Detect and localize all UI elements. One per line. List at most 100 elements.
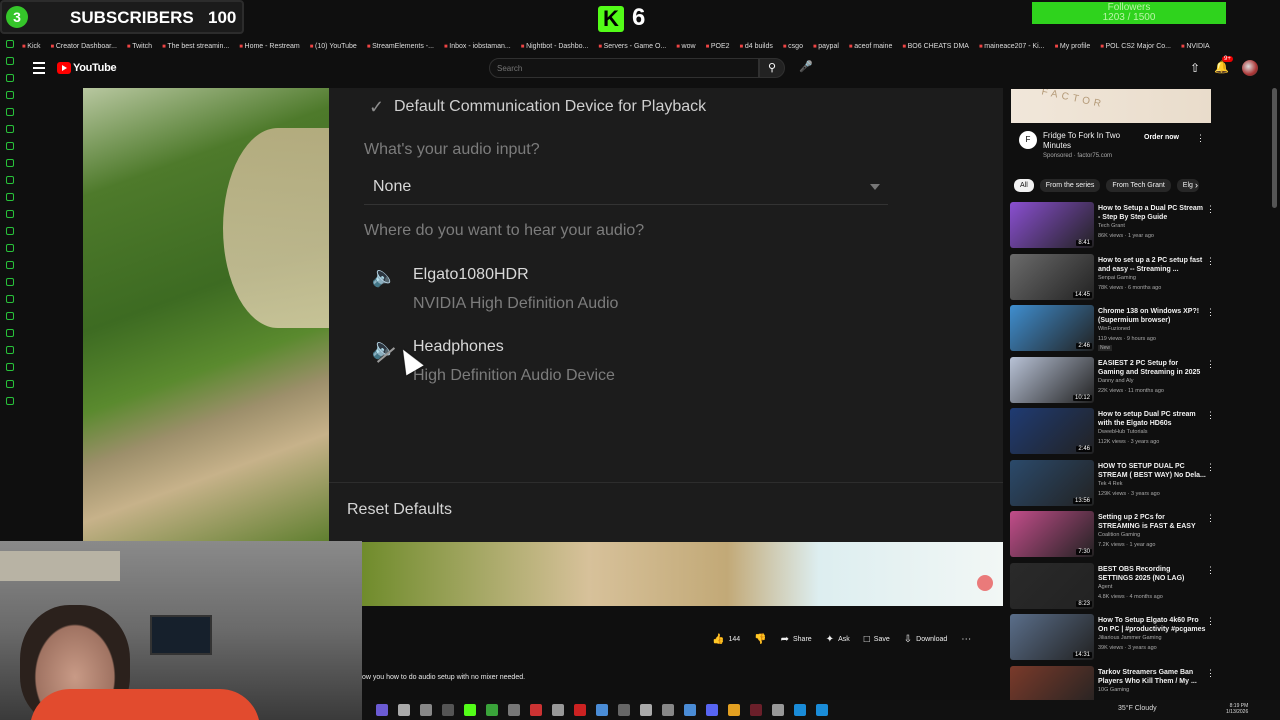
bookmark-item[interactable]: StreamElements -... <box>367 43 434 50</box>
more-actions-button[interactable]: ⋯ <box>961 634 971 645</box>
video-title[interactable]: How to Setup a Dual PC Stream - Step By … <box>1098 204 1206 222</box>
bookmark-item[interactable]: The best streamin... <box>162 43 229 50</box>
bookmark-item[interactable]: Inbox - iobstaman... <box>444 43 510 50</box>
kebab-menu-icon[interactable]: ⋮ <box>1206 668 1215 679</box>
taskbar-app-icon[interactable] <box>420 704 432 716</box>
taskbar-app-icon[interactable] <box>596 704 608 716</box>
list-item[interactable]: 8:41 How to Setup a Dual PC Stream - Step… <box>1010 202 1216 254</box>
video-title[interactable]: BEST OBS Recording SETTINGS 2025 (NO LAG… <box>1098 565 1206 583</box>
taskbar-app-icon[interactable] <box>552 704 564 716</box>
taskbar-app-icon[interactable] <box>376 704 388 716</box>
channel-name[interactable]: Senpai Gaming <box>1098 275 1136 281</box>
video-title[interactable]: How to set up a 2 PC setup fast and easy… <box>1098 256 1206 274</box>
search-icon[interactable]: ⚲ <box>759 58 785 78</box>
output-device-elgato[interactable]: 🔈 Elgato1080HDR NVIDIA High Definition A… <box>367 260 727 316</box>
kebab-menu-icon[interactable]: ⋮ <box>1206 410 1215 421</box>
bookmark-item[interactable]: aceof maine <box>849 43 892 50</box>
chip-all[interactable]: All <box>1014 179 1034 192</box>
default-device-label[interactable]: Default Communication Device for Playbac… <box>394 98 706 116</box>
side-icon[interactable] <box>6 125 14 133</box>
bookmark-item[interactable]: BO6 CHEATS DMA <box>902 43 969 50</box>
video-title[interactable]: Tarkov Streamers Game Ban Players Who Ki… <box>1098 668 1206 686</box>
taskbar-app-icon[interactable] <box>772 704 784 716</box>
channel-name[interactable]: Coalition Gaming <box>1098 532 1140 538</box>
side-icon[interactable] <box>6 108 14 116</box>
list-item[interactable]: 7:30 Setting up 2 PCs for STREAMING is FA… <box>1010 511 1216 563</box>
taskbar-app-icon[interactable] <box>464 704 476 716</box>
side-icon[interactable] <box>6 193 14 201</box>
youtube-logo-text[interactable]: YouTube <box>73 62 117 74</box>
video-title[interactable]: EASIEST 2 PC Setup for Gaming and Stream… <box>1098 359 1206 377</box>
side-icon[interactable] <box>6 227 14 235</box>
video-description[interactable]: ow you how to do audio setup with no mix… <box>362 674 525 681</box>
download-button[interactable]: ⇩ Download <box>904 634 948 645</box>
taskbar-app-icon[interactable] <box>442 704 454 716</box>
taskbar-app-icon[interactable] <box>574 704 586 716</box>
side-icon[interactable] <box>6 142 14 150</box>
channel-name[interactable]: Agent <box>1098 584 1112 590</box>
side-icon[interactable] <box>6 74 14 82</box>
side-icon[interactable] <box>6 91 14 99</box>
taskbar-app-icon[interactable] <box>398 704 410 716</box>
bookmark-item[interactable]: My profile <box>1055 43 1090 50</box>
taskbar-app-icon[interactable] <box>486 704 498 716</box>
bookmark-item[interactable]: d4 builds <box>740 43 773 50</box>
side-icon[interactable] <box>6 329 14 337</box>
audio-input-select[interactable] <box>364 171 888 205</box>
channel-name[interactable]: Jiliarious Jammer Gaming <box>1098 635 1162 641</box>
video-thumbnail[interactable]: 8:23 <box>1010 562 1094 609</box>
dislike-button[interactable]: 👎 <box>754 634 766 645</box>
youtube-logo-icon[interactable] <box>57 62 71 74</box>
list-item[interactable]: 2:46 How to setup Dual PC stream with the… <box>1010 408 1216 460</box>
ad-title[interactable]: Fridge To Fork In Two Minutes <box>1043 131 1143 151</box>
taskbar-app-icon[interactable] <box>816 704 828 716</box>
kebab-menu-icon[interactable]: ⋮ <box>1206 565 1215 576</box>
side-icon[interactable] <box>6 278 14 286</box>
search-input[interactable] <box>497 61 747 75</box>
video-title[interactable]: HOW TO SETUP DUAL PC STREAM ( BEST WAY) … <box>1098 462 1206 480</box>
ask-button[interactable]: ✦ Ask <box>826 634 850 645</box>
side-icon[interactable] <box>6 244 14 252</box>
channel-name[interactable]: Tech Grant <box>1098 223 1125 229</box>
taskbar-app-icon[interactable] <box>794 704 806 716</box>
side-icon[interactable] <box>6 40 14 48</box>
bookmark-item[interactable]: POL CS2 Major Co... <box>1100 43 1172 50</box>
like-button[interactable]: 👍 144 <box>712 634 740 645</box>
side-icon[interactable] <box>6 261 14 269</box>
side-icon[interactable] <box>6 57 14 65</box>
kebab-menu-icon[interactable]: ⋮ <box>1206 256 1215 267</box>
reset-defaults-button[interactable]: Reset Defaults <box>347 501 452 519</box>
video-title[interactable]: How to setup Dual PC stream with the Elg… <box>1098 410 1206 428</box>
channel-watermark-icon[interactable] <box>977 575 993 591</box>
save-button[interactable]: □ Save <box>864 634 890 645</box>
page-scrollbar[interactable] <box>1272 88 1277 208</box>
side-icon[interactable] <box>6 159 14 167</box>
list-item[interactable]: 14:31 How To Setup Elgato 4k60 Pro On PC … <box>1010 614 1216 666</box>
bookmark-item[interactable]: Nightbot - Dashbo... <box>521 43 588 50</box>
taskbar-app-icon[interactable] <box>662 704 674 716</box>
video-thumbnail[interactable]: 8:41 <box>1010 202 1094 248</box>
video-thumbnail[interactable]: 13:56 <box>1010 459 1094 506</box>
side-icon[interactable] <box>6 346 14 354</box>
chip-from-channel[interactable]: From Tech Grant <box>1106 179 1171 192</box>
chevron-right-icon[interactable]: › <box>1195 180 1198 190</box>
kebab-menu-icon[interactable]: ⋮ <box>1206 204 1215 215</box>
video-thumbnail[interactable]: 14:31 <box>1010 614 1094 660</box>
channel-name[interactable]: Tek 4 Rek <box>1098 481 1122 487</box>
bookmark-item[interactable]: (10) YouTube <box>310 43 357 50</box>
kebab-menu-icon[interactable]: ⋮ <box>1206 359 1215 370</box>
video-title[interactable]: How To Setup Elgato 4k60 Pro On PC | #pr… <box>1098 616 1206 634</box>
kebab-menu-icon[interactable]: ⋮ <box>1196 133 1205 144</box>
bookmark-item[interactable]: NVIDIA <box>1181 43 1209 50</box>
bookmark-item[interactable]: maineace207 - Ki... <box>979 43 1044 50</box>
video-title[interactable]: Setting up 2 PCs for STREAMING is FAST &… <box>1098 513 1206 531</box>
video-thumbnail[interactable]: 7:30 <box>1010 511 1094 557</box>
video-thumbnail[interactable]: 2:46 <box>1010 408 1094 454</box>
taskbar-app-icon[interactable] <box>684 704 696 716</box>
bookmark-item[interactable]: paypal <box>813 43 839 50</box>
bookmark-item[interactable]: Twitch <box>127 43 152 50</box>
side-icon[interactable] <box>6 363 14 371</box>
chevron-down-icon[interactable] <box>870 184 880 190</box>
side-icon[interactable] <box>6 176 14 184</box>
side-icon[interactable] <box>6 295 14 303</box>
